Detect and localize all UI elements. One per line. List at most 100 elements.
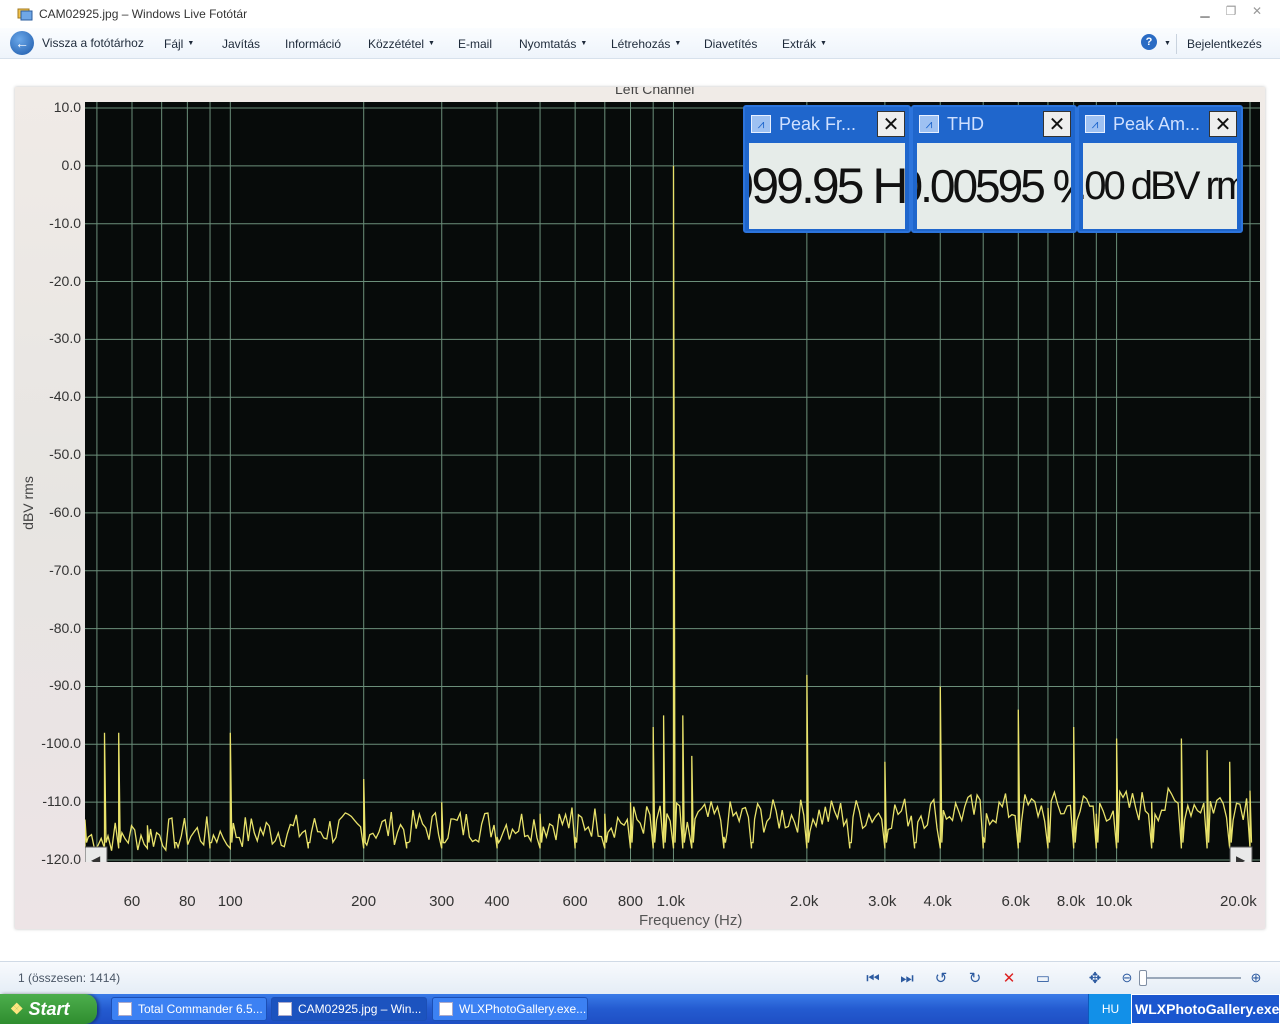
menu-info-label: Információ — [285, 36, 342, 51]
rotate-left-icon[interactable]: ↺ — [932, 969, 950, 987]
taskbar: ❖ Start Total Commander 6.5... CAM02925.j… — [0, 994, 1280, 1024]
back-button[interactable]: ← Vissza a fotótárhoz — [10, 31, 144, 55]
toolbar-divider — [1176, 34, 1177, 54]
start-button[interactable]: ❖ Start — [0, 994, 97, 1024]
x-axis-title: Frequency (Hz) — [639, 912, 743, 929]
meter-icon: ⩘ — [751, 115, 771, 133]
signin-label: Bejelentkezés — [1187, 36, 1262, 51]
chevron-down-icon: ▼ — [187, 40, 195, 47]
y-tick-label: -90.0 — [49, 677, 81, 694]
y-tick-label: -40.0 — [49, 388, 81, 405]
close-icon: ✕ — [1043, 111, 1071, 137]
meter-label: Peak Am... — [1113, 113, 1201, 134]
fit-to-window-icon[interactable]: ✥ — [1086, 969, 1104, 987]
y-tick-label: -100.0 — [41, 735, 81, 752]
close-icon: ✕ — [1209, 111, 1237, 137]
signin-link[interactable]: Bejelentkezés — [1187, 28, 1262, 59]
task-wlx[interactable]: WLXPhotoGallery.exe... — [432, 997, 588, 1021]
y-tick-label: -10.0 — [49, 214, 81, 231]
x-tick-label: 6.0k — [1001, 893, 1030, 910]
menu-create[interactable]: Létrehozás ▼ — [611, 28, 681, 59]
y-tick-label: -60.0 — [49, 503, 81, 520]
x-tick-label: 3.0k — [868, 893, 897, 910]
photo-gallery-icon — [17, 6, 33, 22]
x-tick-label: 800 — [617, 893, 643, 910]
x-tick-label: 8.0k — [1056, 893, 1086, 910]
rotate-right-icon[interactable]: ↻ — [966, 969, 984, 987]
meter-label: Peak Fr... — [779, 113, 857, 134]
chevron-down-icon: ▼ — [428, 40, 435, 47]
minimize-icon[interactable]: ▁ — [1194, 3, 1216, 19]
title-bar: CAM02925.jpg – Windows Live Fotótár ▁ ❐ … — [0, 0, 1280, 28]
x-tick-label: 1.0k — [656, 893, 685, 910]
y-tick-label: -50.0 — [49, 446, 81, 463]
restore-icon[interactable]: ❐ — [1220, 3, 1242, 19]
taskbar-tooltip: WLXPhotoGallery.exe - — [1131, 994, 1280, 1024]
meter-icon: ⩘ — [919, 115, 939, 133]
menu-extras[interactable]: Extrák ▼ — [782, 28, 827, 59]
close-icon: ✕ — [877, 111, 905, 137]
zoom-in-icon[interactable]: ⊕ — [1247, 969, 1265, 987]
x-tick-label: 20.0k — [1220, 893, 1257, 910]
menu-print-label: Nyomtatás — [519, 36, 577, 51]
back-label: Vissza a fotótárhoz — [42, 36, 144, 50]
y-tick-label: -70.0 — [49, 561, 81, 578]
zoom-slider-track[interactable] — [1141, 977, 1241, 979]
x-tick-label: 2.0k — [790, 893, 819, 910]
next-icon[interactable]: ⏭ — [898, 969, 916, 987]
task-total-commander[interactable]: Total Commander 6.5... — [111, 997, 267, 1021]
menu-fix[interactable]: Javítás — [222, 28, 260, 59]
menu-create-label: Létrehozás — [611, 36, 671, 51]
app-icon — [278, 1002, 292, 1016]
menu-file-label: Fájl — [164, 36, 184, 51]
menu-print[interactable]: Nyomtatás ▼ — [519, 28, 587, 59]
x-tick-label: 200 — [351, 893, 377, 910]
y-tick-label: -20.0 — [49, 272, 81, 289]
slideshow-icon[interactable]: ▭ — [1034, 969, 1052, 987]
menu-email-label: E-mail — [458, 36, 493, 51]
status-bar: 1 (összesen: 1414) ⏮ ⏭ ↺ ↻ ✕ ▭ ✥ ⊖ ⊕ — [0, 961, 1280, 994]
menu-slideshow[interactable]: Diavetítés — [704, 28, 757, 59]
menu-email[interactable]: E-mail — [458, 28, 492, 59]
start-label: Start — [28, 998, 70, 1019]
task-label: Total Commander 6.5... — [138, 1002, 263, 1016]
task-label: CAM02925.jpg – Win... — [298, 1002, 422, 1016]
language-indicator[interactable]: HU — [1088, 994, 1132, 1024]
y-tick-label: 0.0 — [61, 156, 81, 173]
photo-count: 1 (összesen: 1414) — [18, 971, 121, 985]
menu-file[interactable]: Fájl ▼ — [164, 28, 194, 59]
y-tick-label: 10.0 — [53, 99, 81, 115]
y-tick-label: -30.0 — [49, 330, 81, 347]
delete-icon[interactable]: ✕ — [1000, 969, 1018, 987]
menu-slideshow-label: Diavetítés — [704, 36, 758, 51]
x-tick-label: 100 — [217, 893, 243, 910]
menu-bar: ← Vissza a fotótárhoz Fájl ▼ Javítás Info… — [0, 28, 1280, 59]
previous-icon[interactable]: ⏮ — [864, 969, 882, 987]
y-tick-label: -120.0 — [41, 851, 81, 867]
x-tick-label: 60 — [123, 893, 141, 910]
photo: Left Channel dBV rms 10.0 0.0 -10.0 -20.0 -3… — [15, 87, 1265, 929]
task-photo-gallery[interactable]: CAM02925.jpg – Win... — [271, 997, 427, 1021]
x-tick-label: 400 — [484, 893, 510, 910]
meter-peak-frequency: ⩘ Peak Fr... ✕ 999.95 Hz — [743, 105, 911, 233]
meter-icon: ⩘ — [1085, 115, 1105, 133]
x-tick-label: 10.0k — [1095, 893, 1133, 910]
meter-thd: ⩘ THD ✕ 0.00595 % — [911, 105, 1077, 233]
zoom-out-icon[interactable]: ⊖ — [1118, 969, 1136, 987]
x-tick-label: 80 — [178, 893, 196, 910]
task-label: WLXPhotoGallery.exe... — [459, 1002, 587, 1016]
x-tick-label: 300 — [429, 893, 455, 910]
meter-peak-amplitude: ⩘ Peak Am... ✕ 0.00 dBV rms — [1077, 105, 1243, 233]
menu-info[interactable]: Információ — [285, 28, 341, 59]
meter-label: THD — [947, 113, 984, 134]
meter-value: 999.95 Hz — [749, 143, 905, 229]
chevron-down-icon[interactable]: ▼ — [1164, 40, 1171, 47]
help-icon[interactable]: ? — [1141, 34, 1157, 50]
svg-text:▶: ▶ — [1236, 853, 1246, 862]
meter-value: 0.00 dBV rms — [1083, 143, 1237, 229]
y-tick-label: -110.0 — [42, 793, 81, 810]
zoom-slider-thumb[interactable] — [1139, 970, 1147, 986]
back-arrow-icon: ← — [10, 31, 34, 55]
close-icon[interactable]: ✕ — [1246, 3, 1268, 19]
menu-publish[interactable]: Közzététel ▼ — [368, 28, 435, 59]
